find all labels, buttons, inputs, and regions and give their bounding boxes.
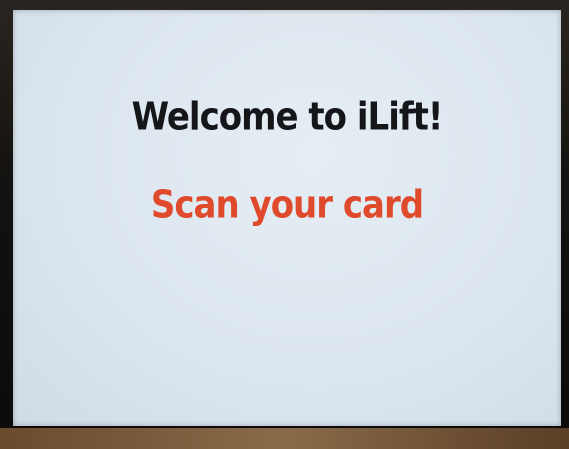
device-bezel: Welcome to iLift! Scan your card — [0, 0, 569, 449]
device-frame-edge — [0, 428, 569, 449]
scan-card-prompt: Scan your card — [150, 183, 424, 228]
kiosk-screen: Welcome to iLift! Scan your card — [13, 10, 561, 426]
welcome-title: Welcome to iLift! — [131, 95, 444, 140]
